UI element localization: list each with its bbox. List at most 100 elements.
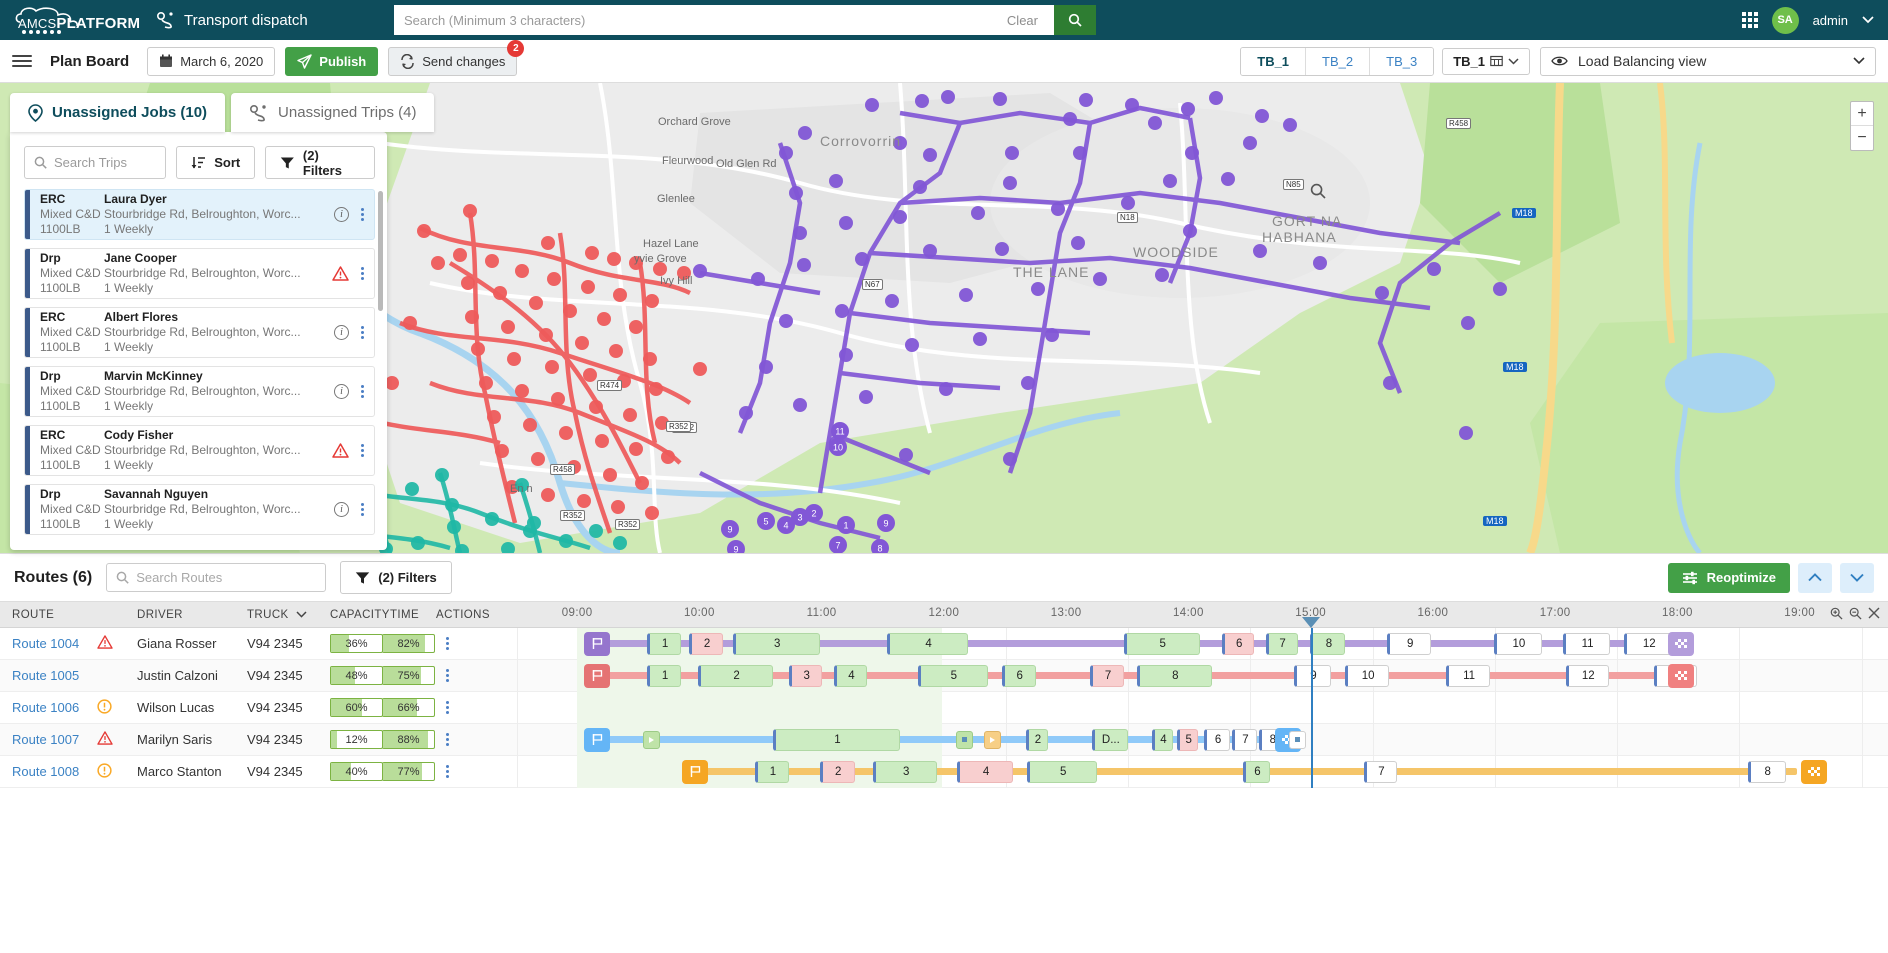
job-list-item[interactable]: DrpMixed C&D1100LBSavannah NguyenStourbr… — [24, 484, 375, 535]
warning-icon[interactable] — [97, 731, 113, 745]
route-start-flag-icon[interactable] — [584, 728, 610, 752]
hamburger-icon[interactable] — [12, 55, 32, 67]
search-trips-input[interactable]: Search Trips — [54, 155, 127, 170]
job-list-item[interactable]: ERCMixed C&D1100LBLaura DyerStourbridge … — [24, 189, 375, 240]
route-stop[interactable]: 9 — [1387, 633, 1430, 655]
route-more-menu[interactable] — [446, 733, 486, 746]
route-stop[interactable]: 8 — [1310, 633, 1345, 655]
job-more-menu[interactable] — [361, 444, 364, 457]
route-alert-icon[interactable] — [85, 699, 125, 717]
route-stop[interactable]: 7 — [1364, 761, 1398, 783]
job-list-item[interactable]: DrpMixed C&D1100LBMarvin McKinneyStourbr… — [24, 366, 375, 417]
route-more-menu[interactable] — [446, 637, 486, 650]
jobs-list[interactable]: ERCMixed C&D1100LBLaura DyerStourbridge … — [10, 189, 387, 541]
route-end-flag-icon[interactable] — [1801, 760, 1827, 784]
route-end-flag-icon[interactable] — [1668, 632, 1694, 656]
route-alert-icon[interactable] — [85, 635, 125, 652]
tab-unassigned-trips[interactable]: Unassigned Trips (4) — [231, 93, 434, 132]
route-stop[interactable]: 12 — [1566, 665, 1609, 687]
job-more-menu[interactable] — [361, 267, 364, 280]
info-icon[interactable]: i — [334, 207, 349, 222]
send-changes-button[interactable]: Send changes 2 — [388, 47, 517, 76]
route-resume-icon[interactable] — [984, 731, 1001, 749]
zoom-in-icon[interactable] — [1830, 607, 1843, 620]
search-input[interactable]: Search (Minimum 3 characters) — [404, 13, 1007, 28]
map-search-icon[interactable] — [1310, 183, 1326, 202]
publish-button[interactable]: Publish — [285, 47, 378, 76]
job-list-item[interactable]: DrpMixed C&D1100LBJane CooperStourbridge… — [24, 248, 375, 299]
route-stop[interactable]: 1 — [755, 761, 789, 783]
apps-grid-icon[interactable] — [1742, 12, 1758, 28]
route-stop[interactable]: 8 — [1748, 761, 1786, 783]
route-timeline[interactable] — [486, 692, 1888, 724]
route-stop[interactable]: 6 — [1204, 729, 1231, 751]
search-trips-input-wrapper[interactable]: Search Trips — [24, 146, 166, 179]
route-stop[interactable]: 2 — [698, 665, 774, 687]
panel-expand-down-button[interactable] — [1840, 563, 1874, 593]
route-timeline[interactable]: 12D...45678 — [486, 724, 1888, 756]
tab-tb-2[interactable]: TB_2 — [1306, 48, 1370, 75]
route-stop[interactable]: 7 — [1232, 729, 1257, 751]
route-stop[interactable]: 3 — [873, 761, 937, 783]
search-submit-button[interactable] — [1054, 5, 1096, 35]
route-stop[interactable]: 4 — [1152, 729, 1173, 751]
table-row[interactable]: Route 1008Marco StantonV94 234540%77%123… — [0, 756, 1888, 788]
job-more-menu[interactable] — [361, 503, 364, 516]
table-row[interactable]: Route 1004Giana RosserV94 234536%82%1234… — [0, 628, 1888, 660]
route-stop[interactable]: 2 — [689, 633, 723, 655]
tab-tb-3[interactable]: TB_3 — [1370, 48, 1433, 75]
route-stop[interactable]: 7 — [1090, 665, 1124, 687]
chevron-down-icon[interactable] — [1862, 16, 1874, 24]
route-stop[interactable]: 3 — [733, 633, 820, 655]
jobs-filters-button[interactable]: (2) Filters — [265, 146, 375, 179]
job-more-menu[interactable] — [361, 208, 364, 221]
route-stop[interactable]: 3 — [789, 665, 823, 687]
map-zoom-out-button[interactable]: − — [1851, 126, 1873, 150]
column-header-route[interactable]: ROUTE — [0, 609, 85, 621]
route-start-flag-icon[interactable] — [584, 664, 610, 688]
route-stop-icon[interactable] — [956, 731, 973, 749]
route-stop[interactable]: 11 — [1563, 633, 1611, 655]
warning-icon[interactable] — [332, 443, 349, 458]
route-stop[interactable]: 10 — [1494, 633, 1542, 655]
info-icon[interactable]: i — [334, 502, 349, 517]
route-stop[interactable]: 6 — [1243, 761, 1270, 783]
route-stop[interactable]: 7 — [1266, 633, 1298, 655]
route-stop[interactable]: 5 — [1027, 761, 1097, 783]
user-menu-label[interactable]: admin — [1813, 13, 1848, 28]
view-selector[interactable]: Load Balancing view — [1540, 47, 1876, 76]
table-row[interactable]: Route 1005Justin CalzoniV94 234548%75%12… — [0, 660, 1888, 692]
job-list-item[interactable]: ERCMixed C&D1100LBAlbert FloresStourbrid… — [24, 307, 375, 358]
warning-icon[interactable] — [97, 635, 113, 649]
table-row[interactable]: Route 1007Marilyn SarisV94 234512%88%12D… — [0, 724, 1888, 756]
route-stop[interactable]: 5 — [918, 665, 988, 687]
route-stop[interactable]: 4 — [834, 665, 868, 687]
table-row[interactable]: Route 1006Wilson LucasV94 234560%66% — [0, 692, 1888, 724]
route-stop[interactable]: 6 — [1002, 665, 1036, 687]
search-routes-input[interactable]: Search Routes — [136, 570, 222, 585]
route-more-menu[interactable] — [446, 669, 486, 682]
route-stop[interactable]: 8 — [1137, 665, 1213, 687]
board-selector[interactable]: TB_1 — [1442, 48, 1530, 75]
jobs-list-scrollbar[interactable] — [378, 191, 383, 311]
search-routes-input-wrapper[interactable]: Search Routes — [106, 563, 326, 592]
route-stop[interactable]: 1 — [647, 665, 681, 687]
column-header-truck[interactable]: TRUCK — [235, 609, 318, 621]
job-list-item[interactable]: ERCMixed C&D1100LBCody FisherStourbridge… — [24, 425, 375, 476]
panel-collapse-up-button[interactable] — [1798, 563, 1832, 593]
zoom-out-icon[interactable] — [1849, 607, 1862, 620]
info-icon[interactable]: i — [334, 325, 349, 340]
route-stop[interactable]: 11 — [1446, 665, 1489, 687]
route-end-stop-icon[interactable] — [1289, 731, 1306, 749]
tab-tb-1[interactable]: TB_1 — [1241, 48, 1306, 75]
reoptimize-button[interactable]: Reoptimize — [1668, 563, 1790, 593]
route-start-flag-icon[interactable] — [682, 760, 708, 784]
alert-circle-icon[interactable] — [97, 699, 112, 714]
route-more-menu[interactable] — [446, 765, 486, 778]
warning-icon[interactable] — [332, 266, 349, 281]
map-zoom-control[interactable]: + − — [1850, 101, 1874, 151]
tab-unassigned-jobs[interactable]: Unassigned Jobs (10) — [10, 93, 225, 132]
search-input-wrapper[interactable]: Search (Minimum 3 characters) Clear — [394, 5, 1054, 35]
avatar[interactable]: SA — [1772, 7, 1799, 34]
close-icon[interactable] — [1868, 607, 1880, 619]
